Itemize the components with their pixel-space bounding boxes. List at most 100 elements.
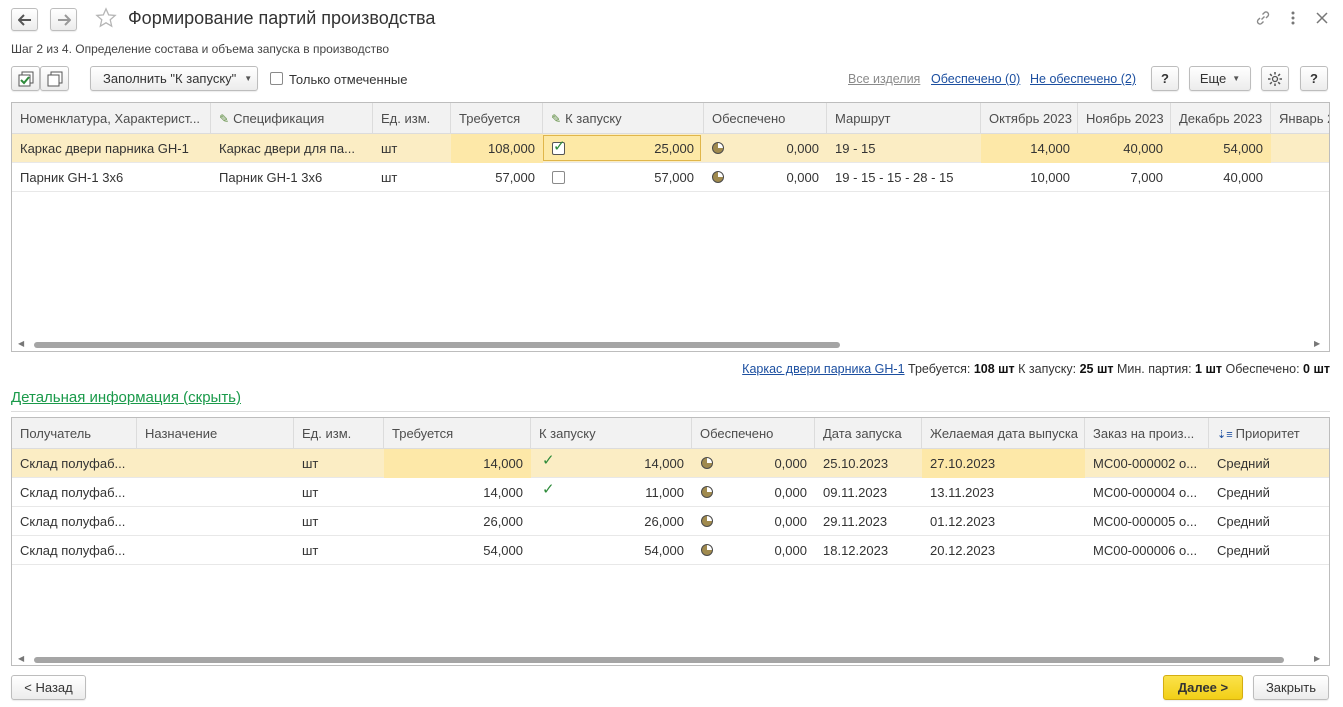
- col-desired-date[interactable]: Желаемая дата выпуска: [922, 418, 1085, 449]
- back-nav-button[interactable]: [11, 8, 38, 31]
- table-row[interactable]: Парник GH-1 3х6 Парник GH-1 3х6 шт 57,00…: [12, 163, 1329, 192]
- cell-order: МС00-000004 о...: [1093, 485, 1198, 500]
- cell-start-date: 29.11.2023: [823, 514, 888, 529]
- col-order[interactable]: Заказ на произ...: [1085, 418, 1209, 449]
- col-provided[interactable]: Обеспечено: [692, 418, 815, 449]
- close-icon[interactable]: [1316, 12, 1328, 27]
- checkmark-icon[interactable]: ✓: [542, 482, 555, 497]
- row-checkbox[interactable]: [552, 171, 565, 184]
- cell-nomenclature: Парник GH-1 3х6: [20, 170, 124, 185]
- col-spec[interactable]: ✎ Спецификация: [211, 103, 373, 134]
- filter-not-provided-link[interactable]: Не обеспечено (2): [1030, 72, 1136, 86]
- summary-provided-value: 0 шт: [1303, 362, 1330, 376]
- col-recipient[interactable]: Получатель: [12, 418, 137, 449]
- checkmark-icon[interactable]: ✓: [542, 453, 555, 468]
- scroll-left-icon[interactable]: ◀: [18, 654, 24, 663]
- col-jan[interactable]: Январь 2: [1271, 103, 1329, 134]
- cell-unit: шт: [381, 141, 398, 156]
- cell-provided: 0,000: [786, 141, 819, 156]
- star-icon[interactable]: [95, 7, 117, 32]
- col-route[interactable]: Маршрут: [827, 103, 981, 134]
- cell-dec: 40,000: [1223, 170, 1263, 185]
- col-dec[interactable]: Декабрь 2023: [1171, 103, 1271, 134]
- selection-summary: Каркас двери парника GH-1 Требуется: 108…: [742, 362, 1330, 376]
- cell-order: МС00-000005 о...: [1093, 514, 1198, 529]
- cell-purpose: [137, 536, 294, 565]
- detail-row[interactable]: Склад полуфаб... шт 54,000 54,000 0,000 …: [12, 536, 1329, 565]
- col-nomenclature[interactable]: Номенклатура, Характерист...: [12, 103, 211, 134]
- summary-launch-value: 25 шт: [1079, 362, 1114, 376]
- dropdown-arrow-icon: ▼: [1232, 74, 1241, 83]
- next-button[interactable]: Далее >: [1163, 675, 1243, 700]
- link-icon[interactable]: [1255, 10, 1271, 29]
- detail-table[interactable]: Получатель Назначение Ед. изм. Требуется…: [11, 417, 1330, 666]
- summary-required-value: 108 шт: [973, 362, 1015, 376]
- col-required[interactable]: Требуется: [384, 418, 531, 449]
- summary-item-link[interactable]: Каркас двери парника GH-1: [742, 362, 904, 376]
- arrow-right-icon: [57, 13, 71, 26]
- provision-pie-icon: [701, 515, 713, 527]
- fill-to-launch-button[interactable]: Заполнить "К запуску" ▼: [90, 66, 258, 91]
- only-marked-checkbox[interactable]: [270, 72, 283, 85]
- more-button[interactable]: Еще ▼: [1189, 66, 1251, 91]
- cell-dec: 54,000: [1171, 134, 1271, 163]
- help-button[interactable]: ?: [1151, 66, 1179, 91]
- col-unit[interactable]: Ед. изм.: [373, 103, 451, 134]
- summary-provided-label: Обеспечено:: [1225, 362, 1300, 376]
- filter-provided-link[interactable]: Обеспечено (0): [931, 72, 1020, 86]
- uncheck-all-button[interactable]: [40, 66, 69, 91]
- cell-unit: шт: [302, 514, 319, 529]
- detail-row[interactable]: Склад полуфаб... шт 14,000 ✓ 11,000 0,00…: [12, 478, 1329, 507]
- cell-desired-date[interactable]: 27.10.2023: [922, 449, 1085, 478]
- page-title: Формирование партий производства: [128, 8, 436, 28]
- filter-all-link[interactable]: Все изделия: [848, 72, 920, 86]
- cell-priority: Средний: [1217, 514, 1270, 529]
- summary-launch-label: К запуску:: [1018, 362, 1077, 376]
- cell-route: 19 - 15 - 15 - 28 - 15: [835, 170, 954, 185]
- settings-button[interactable]: [1261, 66, 1289, 91]
- cell-to-launch[interactable]: 57,000: [572, 163, 702, 192]
- back-button[interactable]: < Назад: [11, 675, 86, 700]
- cell-required: 26,000: [483, 514, 523, 529]
- summary-min-batch-label: Мин. партия:: [1116, 362, 1192, 376]
- col-required[interactable]: Требуется: [451, 103, 543, 134]
- forward-nav-button[interactable]: [50, 8, 77, 31]
- check-all-button[interactable]: [11, 66, 40, 91]
- cell-provided: 0,000: [774, 514, 807, 529]
- col-start-date[interactable]: Дата запуска: [815, 418, 922, 449]
- cell-start-date: 25.10.2023: [823, 456, 889, 471]
- cell-priority: Средний: [1217, 456, 1270, 471]
- horizontal-scrollbar[interactable]: [34, 342, 840, 348]
- cell-recipient: Склад полуфаб...: [20, 485, 126, 500]
- cell-start-date: 09.11.2023: [823, 485, 888, 500]
- detail-toggle-link[interactable]: Детальная информация (скрыть): [11, 389, 241, 406]
- col-provided[interactable]: Обеспечено: [704, 103, 827, 134]
- col-purpose[interactable]: Назначение: [137, 418, 294, 449]
- close-button[interactable]: Закрыть: [1253, 675, 1329, 700]
- cell-required: 14,000: [384, 449, 531, 478]
- cell-recipient: Склад полуфаб...: [20, 514, 126, 529]
- detail-row[interactable]: Склад полуфаб... шт 14,000 ✓ 14,000 0,00…: [12, 449, 1329, 478]
- provision-pie-icon: [701, 457, 713, 469]
- scroll-right-icon[interactable]: ▶: [1314, 339, 1320, 348]
- col-unit[interactable]: Ед. изм.: [294, 418, 384, 449]
- col-to-launch[interactable]: ✎ К запуску: [543, 103, 704, 134]
- main-table[interactable]: Номенклатура, Характерист... ✎ Спецификац…: [11, 102, 1330, 352]
- step-subtitle: Шаг 2 из 4. Определение состава и объема…: [11, 42, 390, 56]
- cell-provided: 0,000: [774, 456, 807, 471]
- pencil-icon: ✎: [219, 112, 230, 126]
- cell-to-launch[interactable]: 25,000: [572, 134, 702, 163]
- scroll-left-icon[interactable]: ◀: [18, 339, 24, 348]
- table-row[interactable]: Каркас двери парника GH-1 Каркас двери д…: [12, 134, 1329, 163]
- help2-button[interactable]: ?: [1300, 66, 1328, 91]
- cell-required: 108,000: [451, 134, 543, 163]
- horizontal-scrollbar[interactable]: [34, 657, 1284, 663]
- col-oct[interactable]: Октябрь 2023: [981, 103, 1078, 134]
- cell-purpose: [137, 478, 294, 507]
- more-vertical-icon[interactable]: [1290, 10, 1296, 29]
- detail-row[interactable]: Склад полуфаб... шт 26,000 26,000 0,000 …: [12, 507, 1329, 536]
- col-nov[interactable]: Ноябрь 2023: [1078, 103, 1171, 134]
- col-to-launch[interactable]: К запуску: [531, 418, 692, 449]
- scroll-right-icon[interactable]: ▶: [1314, 654, 1320, 663]
- col-priority[interactable]: ⇣≡ Приоритет: [1209, 418, 1329, 449]
